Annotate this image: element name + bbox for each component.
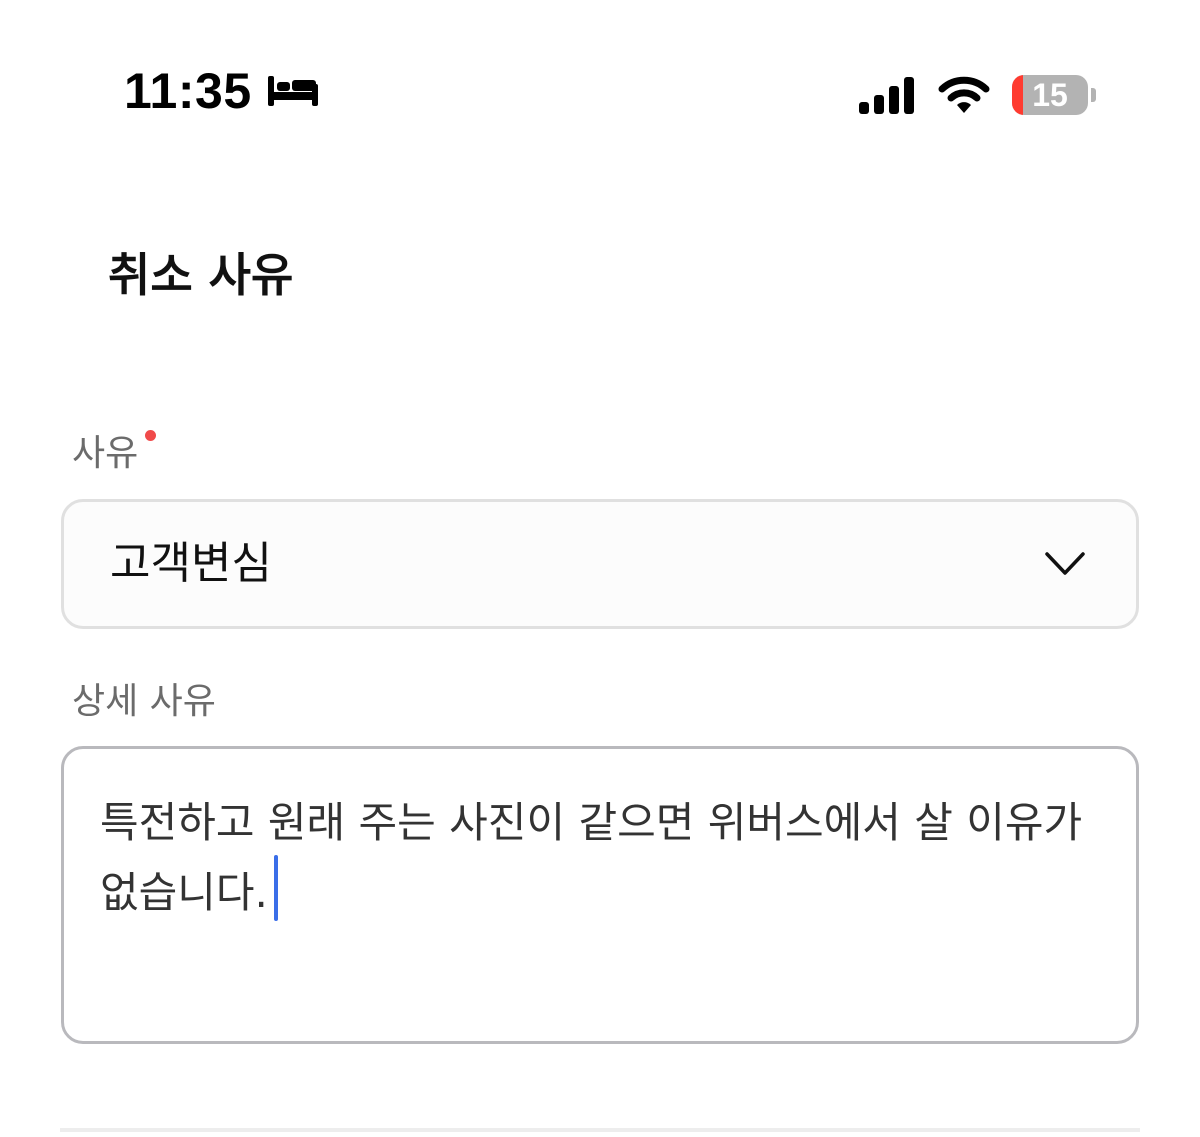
cancel-reason-screen: 11:35 15 취소 사유 사유 고객변심 상세 사유 특전하고 원래 주는 … (0, 0, 1200, 1137)
text-cursor (273, 855, 278, 921)
detail-reason-textarea[interactable]: 특전하고 원래 주는 사진이 같으면 위버스에서 살 이유가 없습니다. (61, 746, 1139, 1044)
required-indicator (145, 430, 156, 441)
status-time: 11:35 (124, 63, 252, 119)
bed-icon (267, 76, 318, 106)
page-title: 취소 사유 (108, 248, 294, 302)
reason-select[interactable]: 고객변심 (61, 499, 1139, 629)
chevron-down-icon[interactable] (1044, 550, 1086, 578)
cellular-signal-icon (859, 77, 914, 114)
battery-percentage: 15 (1032, 76, 1068, 113)
status-indicators: 15 (858, 74, 1096, 116)
battery-cap (1091, 88, 1096, 102)
detail-reason-text: 특전하고 원래 주는 사진이 같으면 위버스에서 살 이유가 없습니다. (100, 791, 1106, 925)
detail-reason-label: 상세 사유 (72, 681, 216, 722)
status-bar: 11:35 15 (0, 0, 1200, 190)
reason-label: 사유 (72, 433, 139, 474)
detail-reason-value: 특전하고 원래 주는 사진이 같으면 위버스에서 살 이유가 없습니다. (100, 798, 1083, 917)
bottom-divider (60, 1128, 1140, 1132)
clock-group: 11:35 (124, 66, 320, 116)
battery-indicator: 15 (1012, 74, 1096, 116)
reason-selected-value: 고객변심 (110, 538, 272, 589)
battery-body: 15 (1012, 75, 1088, 115)
wifi-icon (938, 76, 990, 113)
